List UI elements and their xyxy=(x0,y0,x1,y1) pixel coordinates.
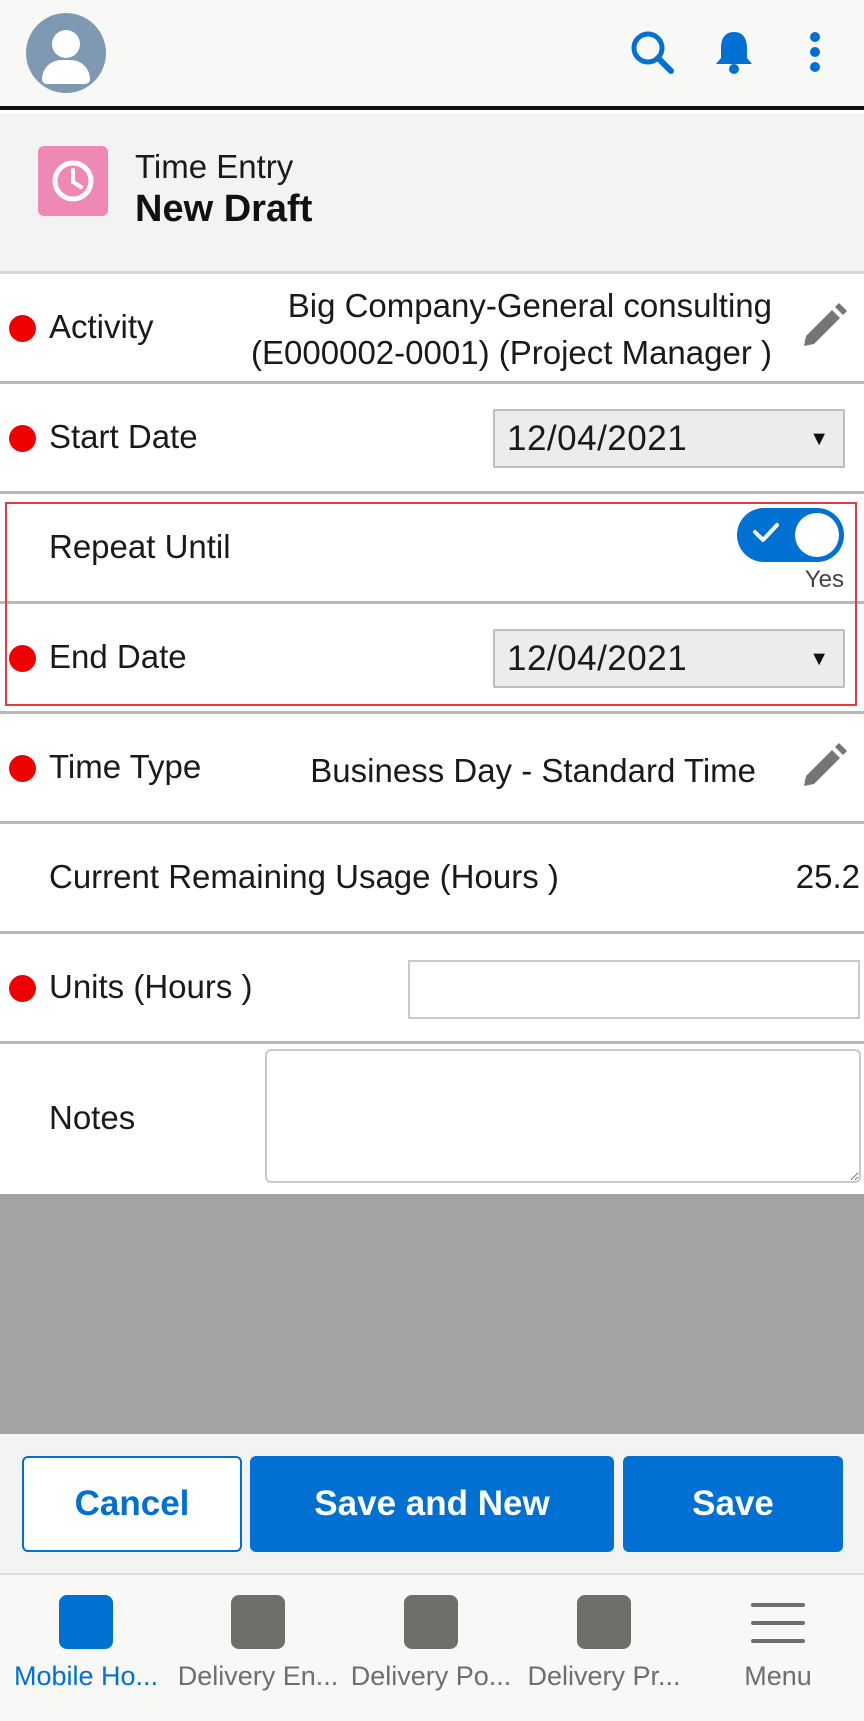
bottom-tab-bar: Mobile Ho... Delivery En... Delivery Po.… xyxy=(0,1573,864,1721)
record-header: Time Entry New Draft xyxy=(0,114,864,274)
remaining-usage-row: Current Remaining Usage (Hours ) 25.2 xyxy=(0,824,864,934)
start-date-row: Start Date 12/04/2021 ▼ xyxy=(0,384,864,494)
tab-delivery-en[interactable]: Delivery En... xyxy=(172,1585,344,1705)
required-indicator xyxy=(9,975,36,1002)
pencil-icon[interactable] xyxy=(796,742,848,794)
clock-icon xyxy=(38,146,108,216)
page-title: New Draft xyxy=(135,188,313,230)
hamburger-menu-icon xyxy=(751,1603,805,1643)
caret-down-icon: ▼ xyxy=(809,648,829,670)
end-date-row: End Date 12/04/2021 ▼ xyxy=(0,604,864,714)
repeat-until-toggle[interactable] xyxy=(737,508,844,562)
tab-menu[interactable]: Menu xyxy=(692,1585,864,1705)
units-input[interactable] xyxy=(408,960,860,1019)
units-row: Units (Hours ) xyxy=(0,934,864,1044)
required-indicator xyxy=(9,645,36,672)
action-bar: Cancel Save and New Save xyxy=(0,1434,864,1573)
notes-label: Notes xyxy=(49,1099,136,1136)
bell-icon[interactable] xyxy=(708,26,760,78)
remaining-usage-value: 25.2 xyxy=(795,858,860,895)
notes-textarea[interactable] xyxy=(265,1049,861,1183)
more-vertical-icon[interactable] xyxy=(789,26,841,78)
end-date-label: End Date xyxy=(49,638,187,675)
required-indicator xyxy=(9,315,36,342)
remaining-usage-label: Current Remaining Usage (Hours ) xyxy=(49,858,559,895)
start-date-select[interactable]: 12/04/2021 ▼ xyxy=(493,409,845,468)
avatar[interactable] xyxy=(26,13,106,93)
time-type-row: Time Type Business Day - Standard Time xyxy=(0,714,864,824)
required-indicator xyxy=(9,755,36,782)
units-label: Units (Hours ) xyxy=(49,968,253,1005)
pencil-icon[interactable] xyxy=(796,302,848,354)
notes-row: Notes xyxy=(0,1044,864,1194)
required-indicator xyxy=(9,425,36,452)
cancel-button[interactable]: Cancel xyxy=(22,1456,242,1552)
start-date-label: Start Date xyxy=(49,418,198,455)
time-type-label: Time Type xyxy=(49,748,202,785)
tab-app-icon xyxy=(59,1595,113,1649)
tab-delivery-pr[interactable]: Delivery Pr... xyxy=(518,1585,690,1705)
end-date-select[interactable]: 12/04/2021 ▼ xyxy=(493,629,845,688)
time-type-value[interactable]: Business Day - Standard Time xyxy=(310,752,756,790)
tab-delivery-po[interactable]: Delivery Po... xyxy=(345,1585,517,1705)
save-button[interactable]: Save xyxy=(623,1456,843,1552)
caret-down-icon: ▼ xyxy=(809,428,829,450)
activity-label: Activity xyxy=(49,308,154,345)
repeat-until-label: Repeat Until xyxy=(49,528,231,565)
search-icon[interactable] xyxy=(626,26,678,78)
tab-app-icon xyxy=(231,1595,285,1649)
top-bar xyxy=(0,0,864,110)
toggle-state-label: Yes xyxy=(804,566,844,593)
tab-app-icon xyxy=(404,1595,458,1649)
save-and-new-button[interactable]: Save and New xyxy=(250,1456,614,1552)
tab-mobile-home[interactable]: Mobile Ho... xyxy=(0,1585,172,1705)
repeat-until-row: Repeat Until Yes xyxy=(0,494,864,604)
tab-app-icon xyxy=(577,1595,631,1649)
activity-value[interactable]: Big Company-General consulting (E000002-… xyxy=(251,282,772,376)
empty-overlay-area xyxy=(0,1194,864,1434)
activity-row: Activity Big Company-General consulting … xyxy=(0,274,864,384)
record-type: Time Entry xyxy=(135,148,294,185)
check-icon xyxy=(753,523,779,542)
